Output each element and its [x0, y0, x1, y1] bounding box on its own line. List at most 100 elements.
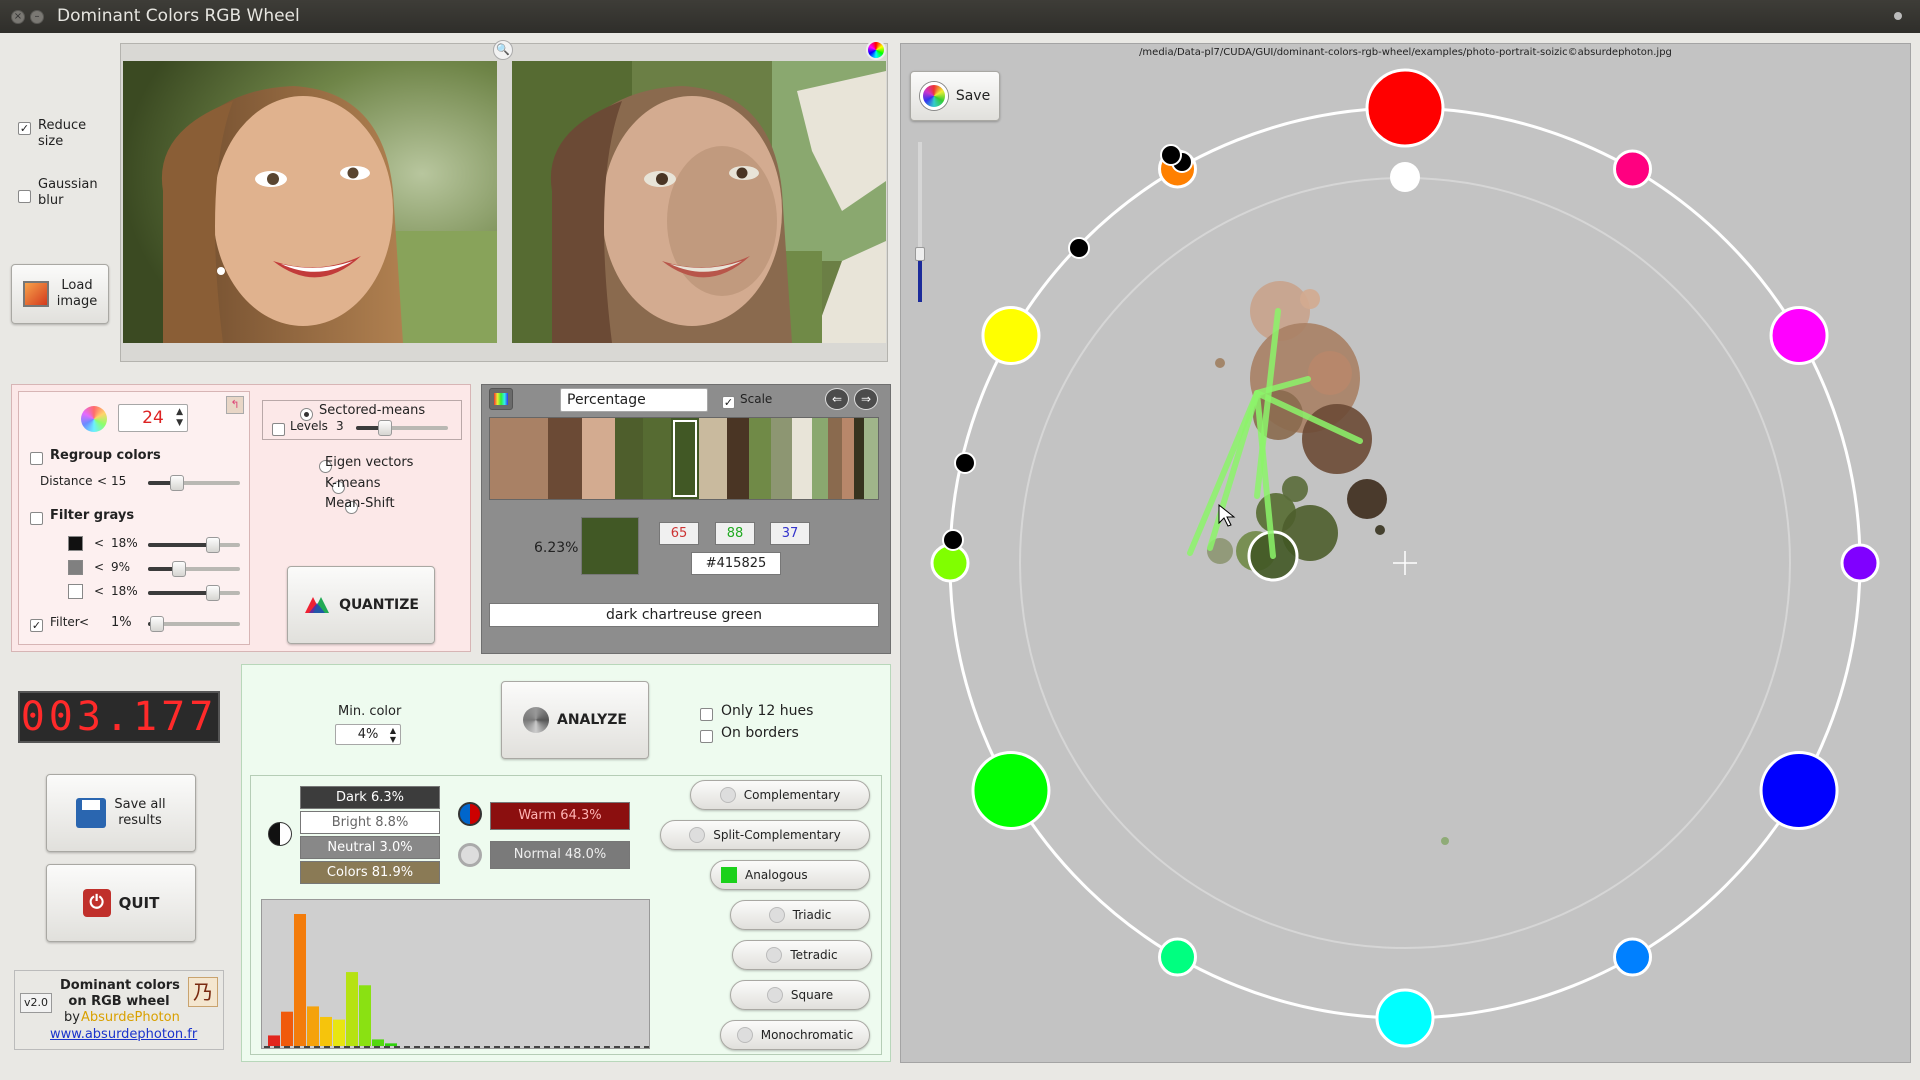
- histogram-bar: [307, 1006, 319, 1046]
- gray-threshold-slider[interactable]: [148, 585, 240, 601]
- spinner-arrows-icon[interactable]: ▲ ▼: [176, 407, 183, 429]
- histogram-bar: [372, 1039, 384, 1046]
- toggle-icon: [766, 987, 783, 1003]
- toggle-icon: [768, 907, 785, 923]
- harmony-button[interactable]: Complementary: [690, 780, 870, 810]
- hue-marker: [1613, 937, 1652, 977]
- levels-slider[interactable]: [356, 420, 448, 436]
- palette-swatch[interactable]: [643, 418, 672, 499]
- palette-swatch[interactable]: [842, 418, 855, 499]
- palette-swatch[interactable]: [854, 418, 865, 499]
- previous-icon[interactable]: ⇐: [825, 388, 849, 410]
- next-icon[interactable]: ⇒: [854, 388, 878, 410]
- analyze-button[interactable]: ANALYZE: [501, 681, 649, 759]
- close-window-icon[interactable]: ×: [11, 10, 25, 24]
- filter-label: Filter: [50, 615, 80, 629]
- reduce-size-checkbox[interactable]: ✓: [18, 118, 31, 137]
- color-count-spinbox[interactable]: 24 ▲ ▼: [118, 404, 188, 432]
- min-color-spinbox[interactable]: 4% ▲ ▼: [335, 724, 401, 745]
- levels-checkbox[interactable]: [272, 419, 285, 438]
- filter-checkbox[interactable]: ✓: [30, 615, 43, 634]
- sort-mode-select[interactable]: Percentage: [560, 388, 708, 412]
- power-icon: ⏻: [82, 889, 111, 917]
- quantize-button[interactable]: QUANTIZE: [287, 566, 435, 644]
- about-by: by: [64, 1010, 80, 1025]
- harmony-button[interactable]: Triadic: [730, 900, 870, 930]
- title-bar: × – Dominant Colors RGB Wheel: [0, 0, 1920, 33]
- save-all-results-button[interactable]: Save all results: [46, 774, 196, 852]
- harmony-button[interactable]: Square: [730, 980, 870, 1010]
- floppy-icon: [76, 798, 107, 828]
- blue-value: 37: [770, 522, 810, 545]
- palette-swatch[interactable]: [812, 418, 829, 499]
- dominant-color-point: [1282, 476, 1308, 502]
- color-wheel-icon[interactable]: [866, 40, 886, 60]
- gray-threshold-slider[interactable]: [148, 561, 240, 577]
- palette-swatch[interactable]: [748, 418, 771, 499]
- image-icon: [22, 281, 49, 307]
- about-author: AbsurdePhoton: [81, 1010, 180, 1025]
- hex-value[interactable]: #415825: [691, 552, 781, 575]
- histogram-bar: [385, 1043, 397, 1046]
- filter-grays-checkbox[interactable]: [30, 508, 43, 527]
- harmony-line: [1207, 390, 1260, 551]
- harmony-button[interactable]: Monochromatic: [720, 1020, 870, 1050]
- zoom-icon[interactable]: 🔍: [493, 40, 513, 60]
- palette-swatch[interactable]: [490, 418, 548, 499]
- quit-button[interactable]: ⏻ QUIT: [46, 864, 196, 942]
- minimize-window-icon[interactable]: –: [30, 10, 44, 24]
- toggle-icon: [721, 867, 737, 883]
- distance-lt: <: [97, 474, 108, 488]
- only-12-hues-checkbox[interactable]: [700, 704, 713, 723]
- harmony-button[interactable]: Tetradic: [732, 940, 872, 970]
- website-link[interactable]: www.absurdephoton.fr: [50, 1027, 197, 1042]
- timer-display: 003.177: [18, 691, 220, 743]
- gray-lt: <: [94, 584, 105, 598]
- palette-swatch[interactable]: [726, 418, 749, 499]
- palette-swatch[interactable]: [792, 418, 813, 499]
- dominant-color-point: [1300, 289, 1320, 309]
- palette-swatch[interactable]: [828, 418, 843, 499]
- dark-color-point: [1068, 237, 1090, 259]
- palette-swatch[interactable]: [864, 418, 879, 499]
- distance-slider[interactable]: [148, 475, 240, 491]
- levels-value: 3: [336, 419, 344, 433]
- harmony-button[interactable]: Split-Complementary: [660, 820, 870, 850]
- algorithm-radio[interactable]: [300, 408, 313, 421]
- dark-color-point: [954, 452, 976, 474]
- reduce-size-label: Reduce size: [38, 118, 87, 149]
- algorithm-label: Eigen vectors: [325, 455, 414, 470]
- hue-histogram: [261, 899, 650, 1049]
- yin-yang-icon: [268, 822, 292, 846]
- palette-swatch[interactable]: [698, 418, 727, 499]
- palette-swatch[interactable]: [547, 418, 582, 499]
- dominant-color-point: [1347, 479, 1387, 519]
- window-menu-icon[interactable]: [1894, 12, 1902, 20]
- palette-swatch[interactable]: [770, 418, 793, 499]
- reset-icon[interactable]: ↰: [226, 396, 244, 414]
- reduce-size-check-icon[interactable]: ✓: [18, 122, 31, 135]
- load-image-button[interactable]: Load image: [11, 264, 109, 324]
- spinner-arrows-icon[interactable]: ▲ ▼: [390, 726, 396, 744]
- on-borders-checkbox[interactable]: [700, 726, 713, 745]
- harmony-button[interactable]: Analogous: [710, 860, 870, 890]
- scale-checkbox[interactable]: ✓: [722, 392, 735, 411]
- palette-swatch[interactable]: [581, 418, 616, 499]
- gaussian-blur-checkbox[interactable]: [18, 186, 31, 205]
- gray-threshold-slider[interactable]: [148, 537, 240, 553]
- regroup-colors-label: Regroup colors: [50, 448, 161, 463]
- palette-strip[interactable]: [489, 417, 879, 500]
- dark-color-point: [942, 529, 964, 551]
- gray-threshold-value: 9%: [111, 560, 131, 574]
- rgb-wheel[interactable]: [900, 43, 1911, 1063]
- palette-swatch[interactable]: [615, 418, 644, 499]
- gray-swatch: [68, 560, 83, 575]
- dominant-color-point: [1215, 358, 1225, 368]
- palette-swatch[interactable]: [671, 418, 699, 499]
- selected-percent: 6.23%: [534, 540, 579, 556]
- regroup-colors-checkbox[interactable]: [30, 448, 43, 467]
- warm-cool-icon: [458, 802, 482, 826]
- filter-slider[interactable]: [148, 616, 240, 632]
- filter-lt: <: [79, 615, 90, 629]
- palette-icon[interactable]: [489, 388, 513, 410]
